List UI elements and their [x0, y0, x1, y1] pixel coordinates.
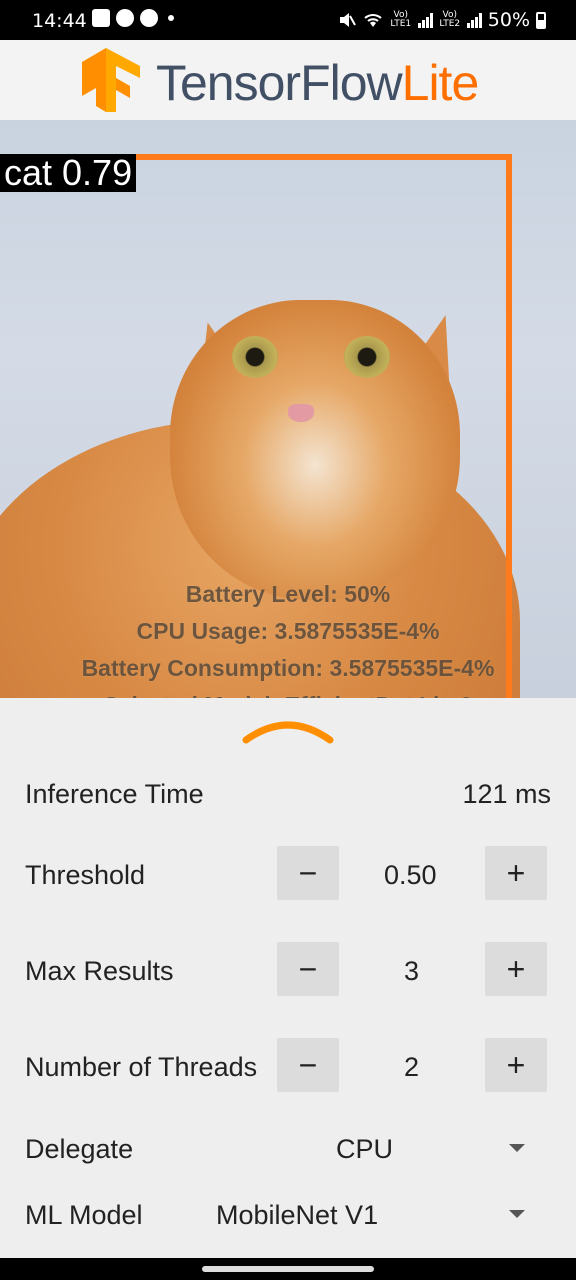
max-results-row: Max Results − 3 +: [0, 942, 576, 1002]
mute-icon: [339, 13, 356, 27]
status-time: 14:44: [32, 10, 87, 32]
ml-model-row: ML Model MobileNet V1: [0, 1194, 576, 1254]
ml-model-label: ML Model: [25, 1200, 143, 1230]
brand-main: TensorFlow: [156, 55, 403, 111]
sim1-label: Vo) LTE1: [390, 10, 412, 29]
threads-row: Number of Threads − 2 +: [0, 1038, 576, 1098]
wifi-icon: [364, 14, 382, 27]
threshold-plus-button[interactable]: +: [485, 846, 547, 900]
message-icon: [116, 9, 134, 27]
signal-icon: [466, 12, 482, 28]
bottom-sheet: Inference Time 121 ms Threshold − 0.50 +…: [0, 698, 576, 1258]
threads-plus-button[interactable]: +: [485, 1038, 547, 1092]
chevron-up-icon[interactable]: [242, 716, 334, 746]
delegate-row: Delegate CPU: [0, 1128, 576, 1188]
signal-icon: [417, 12, 433, 28]
dropdown-arrow-icon: [509, 1144, 525, 1152]
threshold-label: Threshold: [25, 860, 146, 890]
threshold-value: 0.50: [384, 860, 437, 890]
snapchat-icon: [140, 9, 158, 27]
tensorflow-logo-icon: [82, 48, 140, 112]
inference-time-label: Inference Time: [25, 779, 204, 809]
threads-minus-button[interactable]: −: [277, 1038, 339, 1092]
home-gesture-handle[interactable]: [202, 1266, 374, 1272]
app-title: TensorFlowLite: [156, 54, 480, 112]
inference-time-value: 121 ms: [462, 779, 551, 809]
status-bar: 14:44 Vo) LTE1 Vo) LTE2 50%: [0, 0, 576, 40]
delegate-label: Delegate: [25, 1134, 134, 1164]
max-results-minus-button[interactable]: −: [277, 942, 339, 996]
max-results-label: Max Results: [25, 956, 174, 986]
cpu-usage-text: CPU Usage: 3.5875535E-4%: [136, 618, 440, 644]
battery-consumption-text: Battery Consumption: 3.5875535E-4%: [81, 655, 495, 681]
threshold-minus-button[interactable]: −: [277, 846, 339, 900]
brand-accent: Lite: [401, 55, 480, 111]
max-results-value: 3: [404, 956, 420, 986]
battery-percent: 50%: [487, 9, 530, 31]
delegate-dropdown[interactable]: CPU: [200, 1128, 550, 1172]
app-header: TensorFlowLite: [0, 40, 576, 120]
gallery-icon: [92, 9, 110, 27]
inference-time-row: Inference Time 121 ms: [0, 766, 576, 826]
navigation-bar: [0, 1258, 576, 1280]
dot-icon: [168, 15, 174, 21]
battery-level-text: Battery Level: 50%: [185, 581, 391, 607]
ml-model-value: MobileNet V1: [216, 1200, 379, 1230]
threshold-row: Threshold − 0.50 +: [0, 846, 576, 906]
threads-label: Number of Threads: [25, 1052, 258, 1082]
dropdown-arrow-icon: [509, 1210, 525, 1218]
battery-icon: [536, 11, 546, 29]
notification-icons: [92, 9, 174, 27]
sim2-label: Vo) LTE2: [439, 10, 461, 29]
detection-label: cat 0.79: [0, 154, 137, 192]
system-icons: Vo) LTE1 Vo) LTE2 50%: [338, 9, 546, 31]
ml-model-dropdown[interactable]: MobileNet V1: [200, 1194, 550, 1238]
threads-value: 2: [404, 1052, 420, 1082]
delegate-value: CPU: [336, 1134, 394, 1164]
max-results-plus-button[interactable]: +: [485, 942, 547, 996]
